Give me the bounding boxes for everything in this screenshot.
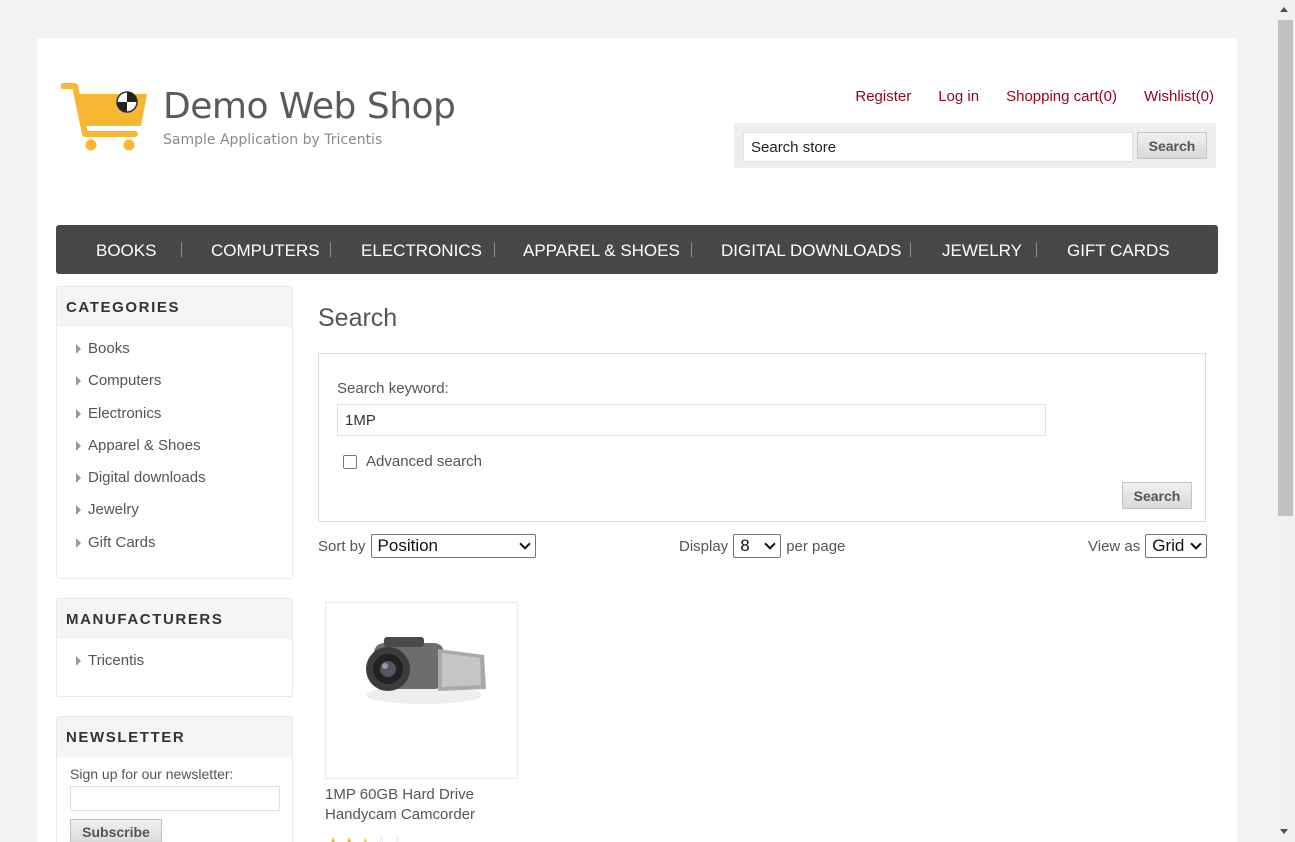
page-title: Search bbox=[318, 304, 398, 332]
logo-title: Demo Web Shop bbox=[163, 86, 456, 127]
shopping-cart-logo-icon bbox=[61, 83, 147, 151]
menu-separator bbox=[1036, 242, 1037, 257]
sort-by-label: Sort by bbox=[318, 537, 366, 555]
register-link[interactable]: Register bbox=[855, 88, 911, 105]
arrow-right-icon bbox=[76, 537, 81, 548]
header-links: Register Log in Shopping cart(0) Wishlis… bbox=[855, 88, 1214, 105]
star-empty-icon: ☆ bbox=[373, 834, 389, 842]
arrow-right-icon bbox=[76, 408, 81, 419]
arrow-right-icon bbox=[76, 505, 81, 516]
menu-item-digital-downloads[interactable]: DIGITAL DOWNLOADS bbox=[721, 241, 901, 261]
category-item-electronics[interactable]: Electronics bbox=[57, 400, 292, 432]
view-mode-control: View as Grid bbox=[1088, 534, 1208, 558]
category-item-apparel-shoes[interactable]: Apparel & Shoes bbox=[57, 432, 292, 464]
wishlist-link[interactable]: Wishlist(0) bbox=[1144, 88, 1214, 105]
search-panel: Search keyword: Advanced search Search bbox=[318, 353, 1206, 522]
category-item-jewelry[interactable]: Jewelry bbox=[57, 496, 292, 528]
category-item-books[interactable]: Books bbox=[57, 335, 292, 367]
category-item-digital-downloads[interactable]: Digital downloads bbox=[57, 464, 292, 496]
arrow-right-icon bbox=[76, 473, 81, 484]
newsletter-title: NEWSLETTER bbox=[57, 717, 292, 757]
display-label: Display bbox=[679, 537, 729, 555]
top-menu: BOOKS COMPUTERS ELECTRONICS APPAREL & SH… bbox=[56, 225, 1218, 274]
per-page-label: per page bbox=[786, 537, 846, 555]
scroll-thumb[interactable] bbox=[1278, 20, 1293, 516]
shopping-cart-link[interactable]: Shopping cart(0) bbox=[1006, 88, 1117, 105]
scroll-up-arrow-icon[interactable] bbox=[1280, 7, 1288, 12]
search-button[interactable]: Search bbox=[1122, 482, 1192, 509]
product-rating: ★★★☆☆ bbox=[325, 834, 406, 842]
newsletter-label: Sign up for our newsletter: bbox=[70, 766, 234, 782]
logo-subtitle: Sample Application by Tricentis bbox=[163, 132, 383, 148]
arrow-right-icon bbox=[76, 376, 81, 387]
page-container: Demo Web Shop Sample Application by Tric… bbox=[37, 38, 1237, 842]
page-scrollbar[interactable] bbox=[1275, 0, 1295, 842]
search-keyword-input[interactable] bbox=[337, 404, 1046, 436]
sort-by-select[interactable]: Position bbox=[370, 534, 536, 558]
scroll-down-arrow-icon[interactable] bbox=[1280, 829, 1288, 834]
menu-separator bbox=[330, 242, 331, 257]
camcorder-image bbox=[366, 637, 486, 704]
product-title-link[interactable]: 1MP 60GB Hard Drive Handycam Camcorder bbox=[325, 785, 518, 825]
subscribe-button[interactable]: Subscribe bbox=[70, 819, 162, 842]
menu-separator bbox=[494, 242, 495, 257]
sort-by-control: Sort by Position bbox=[318, 534, 536, 558]
search-keyword-label: Search keyword: bbox=[337, 380, 449, 397]
manufacturers-block: MANUFACTURERS Tricentis bbox=[56, 598, 293, 697]
menu-item-jewelry[interactable]: JEWELRY bbox=[942, 241, 1022, 261]
chevron-down-icon bbox=[764, 537, 776, 550]
menu-item-electronics[interactable]: ELECTRONICS bbox=[361, 241, 482, 261]
categories-list: Books Computers Electronics Apparel & Sh… bbox=[57, 327, 292, 561]
page-size-control: Display 8 per page bbox=[679, 534, 845, 558]
product-item: 1MP 60GB Hard Drive Handycam Camcorder ★… bbox=[325, 602, 518, 842]
arrow-right-icon bbox=[76, 344, 81, 354]
category-item-computers[interactable]: Computers bbox=[57, 367, 292, 399]
advanced-search-label[interactable]: Advanced search bbox=[366, 453, 482, 470]
manufacturers-title: MANUFACTURERS bbox=[57, 599, 292, 639]
advanced-search-checkbox[interactable] bbox=[343, 455, 357, 469]
page-size-select[interactable]: 8 bbox=[733, 534, 782, 558]
category-item-gift-cards[interactable]: Gift Cards bbox=[57, 529, 292, 561]
categories-block: CATEGORIES Books Computers Electronics A… bbox=[56, 286, 293, 579]
chevron-down-icon bbox=[1190, 537, 1202, 550]
view-as-label: View as bbox=[1088, 537, 1141, 555]
view-mode-select[interactable]: Grid bbox=[1145, 534, 1208, 558]
star-half-icon: ★ bbox=[357, 834, 373, 842]
menu-separator bbox=[181, 242, 182, 257]
chevron-down-icon bbox=[518, 537, 531, 550]
star-empty-icon: ☆ bbox=[390, 834, 406, 842]
menu-item-books[interactable]: BOOKS bbox=[96, 241, 156, 261]
categories-title: CATEGORIES bbox=[57, 287, 292, 327]
arrow-right-icon bbox=[76, 656, 81, 666]
manufacturer-item-tricentis[interactable]: Tricentis bbox=[57, 647, 292, 679]
store-search-input[interactable] bbox=[743, 132, 1133, 162]
manufacturers-list: Tricentis bbox=[57, 639, 292, 679]
star-full-icon: ★ bbox=[341, 834, 357, 842]
menu-separator bbox=[691, 242, 692, 257]
menu-item-gift-cards[interactable]: GIFT CARDS bbox=[1067, 241, 1170, 261]
menu-item-computers[interactable]: COMPUTERS bbox=[211, 241, 320, 261]
menu-separator bbox=[910, 242, 911, 257]
newsletter-block: NEWSLETTER Sign up for our newsletter: S… bbox=[56, 716, 293, 842]
star-full-icon: ★ bbox=[325, 834, 341, 842]
login-link[interactable]: Log in bbox=[938, 88, 979, 105]
menu-item-apparel-shoes[interactable]: APPAREL & SHOES bbox=[523, 241, 680, 261]
newsletter-email-input[interactable] bbox=[70, 786, 280, 811]
arrow-right-icon bbox=[76, 440, 81, 451]
store-search-button[interactable]: Search bbox=[1137, 132, 1207, 159]
product-picture[interactable] bbox=[325, 602, 518, 779]
store-search-box: Search bbox=[734, 123, 1216, 168]
site-logo[interactable]: Demo Web Shop Sample Application by Tric… bbox=[61, 82, 456, 158]
